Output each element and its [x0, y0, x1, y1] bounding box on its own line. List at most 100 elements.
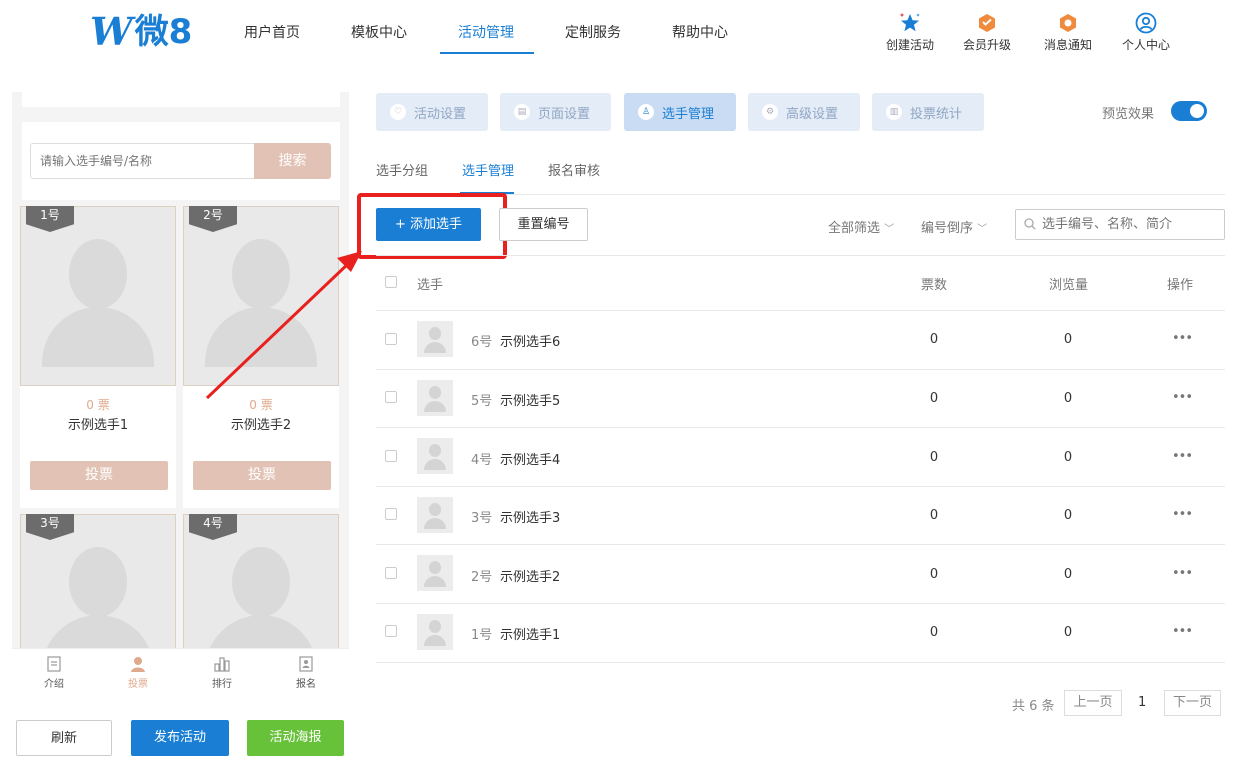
more-actions-icon[interactable]: ••• — [1172, 624, 1193, 639]
bottom-tab-signup[interactable]: 报名 — [281, 655, 331, 690]
more-actions-icon[interactable]: ••• — [1172, 566, 1193, 581]
header-divider — [376, 310, 1225, 311]
row-number: 4号 — [471, 453, 493, 468]
column-header-views: 浏览量 — [1049, 278, 1089, 293]
nav-item-help-center[interactable]: 帮助中心 — [672, 22, 728, 42]
create-activity-label: 创建活动 — [885, 38, 934, 52]
preview-search-input[interactable] — [30, 143, 256, 179]
contestant-search-input[interactable] — [1015, 209, 1225, 240]
sort-dropdown[interactable]: 编号倒序 ﹀ — [921, 217, 987, 236]
row-checkbox[interactable] — [385, 625, 397, 637]
contestant-card[interactable]: 3号 — [20, 514, 176, 648]
subtab-contestants[interactable]: 选手管理 — [462, 160, 514, 179]
row-views: 0 — [1063, 567, 1073, 582]
more-actions-icon[interactable]: ••• — [1172, 390, 1193, 405]
vote-button[interactable]: 投票 — [193, 461, 331, 490]
current-page[interactable]: 1 — [1138, 695, 1146, 710]
subtab-signup-review[interactable]: 报名审核 — [548, 160, 600, 179]
row-checkbox[interactable] — [385, 567, 397, 579]
row-votes: 0 — [929, 625, 939, 640]
contestant-photo — [20, 206, 176, 386]
avatar-placeholder-body — [42, 307, 154, 367]
activity-poster-button[interactable]: 活动海报 — [247, 720, 344, 756]
nav-item-custom-service[interactable]: 定制服务 — [565, 22, 621, 42]
mobile-preview-panel[interactable]: 搜索 1号 0 票 示例选手1 投票 2号 0 票 示例选手2 投票 3号 — [12, 92, 349, 648]
row-checkbox[interactable] — [385, 450, 397, 462]
tab-label: 高级设置 — [786, 106, 839, 122]
nav-item-templates[interactable]: 模板中心 — [351, 22, 407, 42]
row-avatar — [417, 555, 453, 591]
sort-label: 编号倒序 — [921, 221, 974, 236]
ranking-icon — [214, 657, 230, 672]
tab-advanced-settings[interactable]: ⚙ 高级设置 — [748, 93, 860, 131]
row-views: 0 — [1063, 332, 1073, 347]
chevron-down-icon: ﹀ — [977, 224, 988, 235]
tab-vote-statistics[interactable]: ▥ 投票统计 — [872, 93, 984, 131]
logo-mark: W — [90, 9, 133, 54]
filter-all-label: 全部筛选 — [828, 221, 881, 236]
tab-page-settings[interactable]: ▤ 页面设置 — [500, 93, 611, 131]
person-icon — [131, 657, 145, 672]
person-icon: ♙ — [638, 104, 654, 120]
row-number: 6号 — [471, 335, 493, 350]
row-views: 0 — [1063, 508, 1073, 523]
preview-search-button[interactable]: 搜索 — [254, 143, 331, 179]
contestant-card[interactable]: 4号 — [183, 514, 339, 648]
subtab-groups[interactable]: 选手分组 — [376, 160, 428, 179]
reset-numbering-button[interactable]: 重置编号 — [499, 208, 588, 241]
row-name: 示例选手4 — [500, 453, 561, 468]
row-checkbox[interactable] — [385, 391, 397, 403]
user-center-label: 个人中心 — [1121, 38, 1170, 52]
logo[interactable]: W 微8 — [90, 9, 192, 54]
page-icon: ▤ — [514, 104, 530, 120]
preview-toggle-label: 预览效果 — [1102, 107, 1155, 122]
more-actions-icon[interactable]: ••• — [1172, 331, 1193, 346]
more-actions-icon[interactable]: ••• — [1172, 507, 1193, 522]
row-number: 1号 — [471, 628, 493, 643]
contestant-votes: 0 票 — [86, 398, 110, 412]
nav-item-home[interactable]: 用户首页 — [244, 22, 300, 42]
row-avatar — [417, 380, 453, 416]
preview-bottom-tabbar: 介绍 投票 排行 报名 — [12, 648, 349, 692]
bottom-tab-vote[interactable]: 投票 — [113, 655, 163, 690]
vote-button[interactable]: 投票 — [30, 461, 168, 490]
filter-all-dropdown[interactable]: 全部筛选 ﹀ — [828, 217, 894, 236]
contestant-card[interactable]: 2号 0 票 示例选手2 投票 — [183, 206, 339, 508]
create-activity-button[interactable]: 创建活动 — [884, 12, 936, 53]
row-checkbox[interactable] — [385, 508, 397, 520]
preview-toggle-switch[interactable] — [1171, 101, 1207, 121]
refresh-button[interactable]: 刷新 — [16, 720, 112, 756]
bottom-tab-ranking[interactable]: 排行 — [197, 655, 247, 690]
row-divider — [376, 544, 1225, 545]
next-page-button[interactable]: 下一页 — [1164, 690, 1221, 716]
prev-page-button[interactable]: 上一页 — [1064, 690, 1122, 716]
bottom-tab-label: 介绍 — [44, 679, 64, 690]
row-checkbox[interactable] — [385, 333, 397, 345]
tab-contestant-management[interactable]: ♙ 选手管理 — [624, 93, 736, 131]
column-header-votes: 票数 — [921, 278, 948, 293]
avatar-placeholder-head — [69, 547, 127, 617]
more-actions-icon[interactable]: ••• — [1172, 449, 1193, 464]
tab-activity-settings[interactable]: ♡ 活动设置 — [376, 93, 488, 131]
select-all-checkbox[interactable] — [385, 276, 397, 288]
row-votes: 0 — [929, 567, 939, 582]
contestant-card[interactable]: 1号 0 票 示例选手1 投票 — [20, 206, 176, 508]
row-name: 示例选手6 — [500, 335, 561, 350]
pagination-total: 共 6 条 — [1012, 699, 1055, 714]
avatar-placeholder-body — [42, 615, 154, 648]
avatar-placeholder-body — [205, 615, 317, 648]
nav-item-activity-management[interactable]: 活动管理 — [458, 22, 514, 42]
avatar-placeholder-body — [205, 307, 317, 367]
row-name: 示例选手2 — [500, 570, 561, 585]
top-navigation: W 微8 用户首页 模板中心 活动管理 定制服务 帮助中心 创建活动 会员升级 … — [0, 0, 1236, 62]
publish-activity-button[interactable]: 发布活动 — [131, 720, 229, 756]
star-icon — [900, 13, 920, 32]
notifications-button[interactable]: 消息通知 — [1042, 12, 1094, 53]
user-circle-icon — [1135, 12, 1157, 34]
bottom-tab-intro[interactable]: 介绍 — [29, 655, 79, 690]
vip-upgrade-button[interactable]: 会员升级 — [961, 12, 1013, 53]
column-header-actions: 操作 — [1167, 278, 1194, 293]
user-center-button[interactable]: 个人中心 — [1120, 12, 1172, 53]
vip-badge-icon — [979, 14, 995, 32]
contestant-name: 示例选手1 — [67, 418, 129, 433]
